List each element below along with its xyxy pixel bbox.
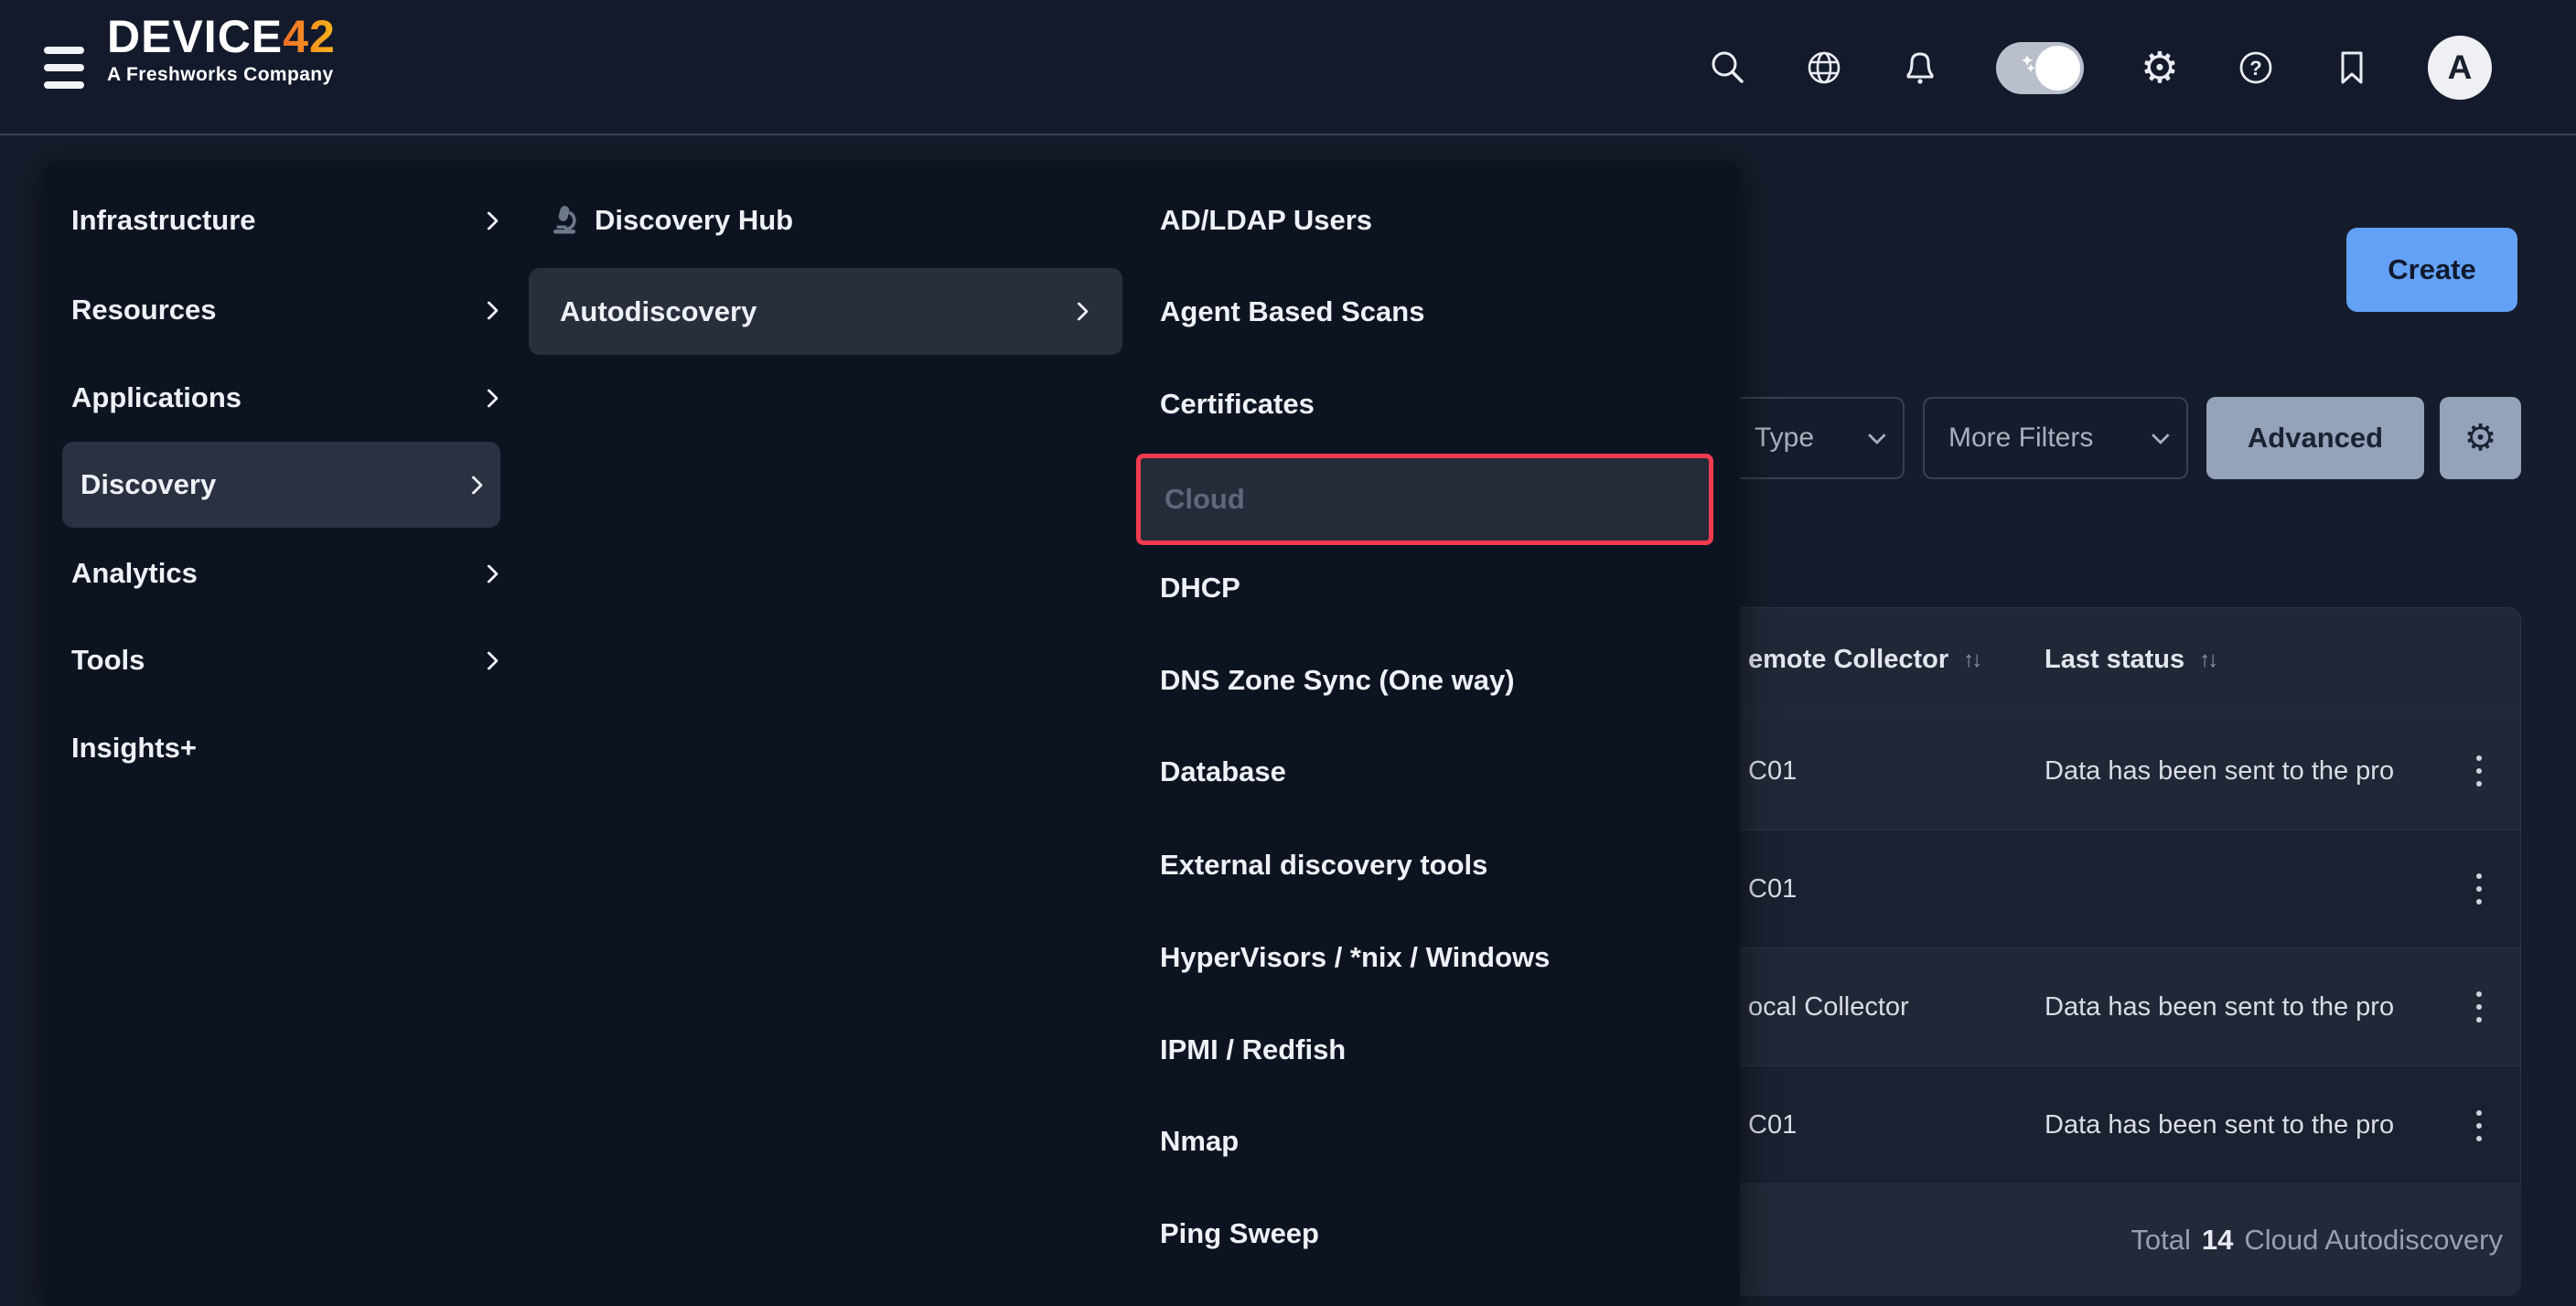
microscope-icon	[547, 204, 580, 237]
avatar-initial: A	[2448, 48, 2473, 87]
total-count: 14	[2202, 1224, 2233, 1257]
menu-item-autodiscovery[interactable]: Autodiscovery	[529, 268, 1122, 355]
menu-item-external-discovery-tools[interactable]: External discovery tools	[1160, 836, 1487, 894]
gear-icon: ⚙	[2141, 48, 2179, 88]
table-settings-button[interactable]: ⚙	[2440, 397, 2521, 479]
svg-text:?: ?	[2249, 57, 2261, 80]
type-filter-dropdown[interactable]: Type	[1729, 397, 1905, 479]
menu-item-analytics[interactable]: Analytics	[71, 544, 496, 603]
last-status-cell: Data has been sent to the pro	[2045, 1066, 2394, 1184]
menu-item-infrastructure[interactable]: Infrastructure	[71, 191, 496, 250]
menu-item-ad-ldap-users[interactable]: AD/LDAP Users	[1160, 191, 1372, 250]
gear-icon: ⚙	[2464, 417, 2497, 459]
column-header-last-status[interactable]: Last status ↑↓	[2045, 608, 2216, 712]
chevron-down-icon	[2152, 426, 2170, 444]
row-actions-kebab-button[interactable]	[2467, 1105, 2491, 1147]
sort-icon[interactable]: ↑↓	[1963, 648, 1980, 673]
menu-item-discovery-hub[interactable]: Discovery Hub	[547, 191, 793, 250]
row-actions-kebab-button[interactable]	[2467, 868, 2491, 910]
more-filters-label: More Filters	[1948, 423, 2093, 454]
menu-item-resources[interactable]: Resources	[71, 281, 496, 339]
chevron-down-icon	[1868, 426, 1886, 444]
menu-item-nmap[interactable]: Nmap	[1160, 1112, 1239, 1171]
type-filter-label: Type	[1755, 423, 1814, 454]
avatar[interactable]: A	[2428, 36, 2492, 100]
remote-collector-cell: C01	[1748, 712, 1797, 830]
help-button[interactable]: ?	[2236, 48, 2276, 88]
help-icon: ?	[2236, 48, 2276, 88]
search-icon	[1708, 48, 1748, 88]
chevron-right-icon	[479, 388, 499, 407]
sparkle-icon	[2027, 64, 2035, 72]
menu-level-2: Discovery Hub Autodiscovery	[514, 161, 1127, 1306]
more-filters-dropdown[interactable]: More Filters	[1923, 397, 2188, 479]
globe-button[interactable]	[1804, 48, 1844, 88]
menu-item-discovery[interactable]: Discovery	[62, 442, 500, 528]
column-header-remote-collector[interactable]: emote Collector ↑↓	[1748, 608, 1980, 712]
table-header-row: emote Collector ↑↓ Last status ↑↓	[1717, 608, 2520, 712]
remote-collector-cell: ocal Collector	[1748, 948, 1909, 1065]
menu-item-ipmi-redfish[interactable]: IPMI / Redfish	[1160, 1021, 1346, 1079]
menu-item-insights-plus[interactable]: Insights+	[71, 719, 496, 777]
remote-collector-cell: C01	[1748, 1066, 1797, 1184]
menu-item-applications[interactable]: Applications	[71, 369, 496, 427]
dark-mode-toggle[interactable]	[1996, 42, 2084, 94]
chevron-right-icon	[479, 210, 499, 230]
logo-accent: 42	[283, 11, 336, 62]
menu-item-hypervisors-nix-windows[interactable]: HyperVisors / *nix / Windows	[1160, 928, 1550, 987]
autodiscovery-table: emote Collector ↑↓ Last status ↑↓ C01 Da…	[1716, 607, 2521, 1184]
chevron-right-icon	[479, 563, 499, 583]
menu-item-certificates[interactable]: Certificates	[1160, 375, 1315, 434]
row-actions-kebab-button[interactable]	[2467, 986, 2491, 1028]
toggle-knob	[2035, 46, 2080, 91]
table-row: ocal Collector Data has been sent to the…	[1717, 948, 2520, 1066]
brand-logo[interactable]: DEVICE42 A Freshworks Company	[107, 11, 336, 86]
logo-text: DEVICE42	[107, 11, 336, 62]
table-row: C01	[1717, 830, 2520, 948]
menu-item-tools[interactable]: Tools	[71, 631, 496, 690]
last-status-cell: Data has been sent to the pro	[2045, 712, 2394, 830]
chevron-right-icon	[479, 300, 499, 319]
menu-item-dhcp[interactable]: DHCP	[1160, 559, 1240, 617]
menu-item-ping-sweep[interactable]: Ping Sweep	[1160, 1204, 1319, 1263]
remote-collector-cell: C01	[1748, 830, 1797, 947]
menu-item-cloud[interactable]: Cloud	[1136, 454, 1713, 545]
menu-item-database[interactable]: Database	[1160, 743, 1286, 801]
settings-button[interactable]: ⚙	[2140, 48, 2180, 88]
top-bar: DEVICE42 A Freshworks Company ⚙	[0, 0, 2576, 135]
row-actions-kebab-button[interactable]	[2467, 750, 2491, 792]
total-suffix: Cloud Autodiscovery	[2244, 1224, 2503, 1257]
chevron-right-icon	[1069, 302, 1089, 321]
bell-icon	[1900, 48, 1940, 88]
last-status-cell: Data has been sent to the pro	[2045, 948, 2394, 1065]
search-button[interactable]	[1708, 48, 1748, 88]
chevron-right-icon	[464, 475, 483, 494]
globe-icon	[1804, 48, 1844, 88]
table-row: C01 Data has been sent to the pro	[1717, 712, 2520, 830]
menu-item-agent-based-scans[interactable]: Agent Based Scans	[1160, 283, 1424, 341]
screen: Create Type More Filters Advanced ⚙ emot…	[0, 0, 2576, 1306]
table-row: C01 Data has been sent to the pro	[1717, 1066, 2520, 1184]
sparkle-icon	[2022, 55, 2033, 66]
notifications-button[interactable]	[1900, 48, 1940, 88]
advanced-button[interactable]: Advanced	[2206, 397, 2424, 479]
navigation-flyout: Infrastructure Resources Applications Di…	[44, 161, 1740, 1306]
total-prefix: Total	[2131, 1224, 2190, 1257]
topbar-icon-group: ⚙ ? A	[1708, 0, 2492, 135]
menu-level-3: AD/LDAP Users Agent Based Scans Certific…	[1127, 161, 1740, 1306]
sort-icon[interactable]: ↑↓	[2199, 648, 2216, 673]
bookmarks-button[interactable]	[2332, 48, 2372, 88]
create-button[interactable]: Create	[2346, 228, 2517, 312]
logo-tagline: A Freshworks Company	[107, 64, 336, 86]
menu-item-dns-zone-sync[interactable]: DNS Zone Sync (One way)	[1160, 651, 1515, 710]
hamburger-menu-button[interactable]	[44, 47, 84, 89]
menu-level-1: Infrastructure Resources Applications Di…	[44, 161, 514, 1306]
bookmark-icon	[2332, 48, 2372, 88]
chevron-right-icon	[479, 650, 499, 669]
table-footer: Total 14 Cloud Autodiscovery	[1716, 1184, 2521, 1296]
